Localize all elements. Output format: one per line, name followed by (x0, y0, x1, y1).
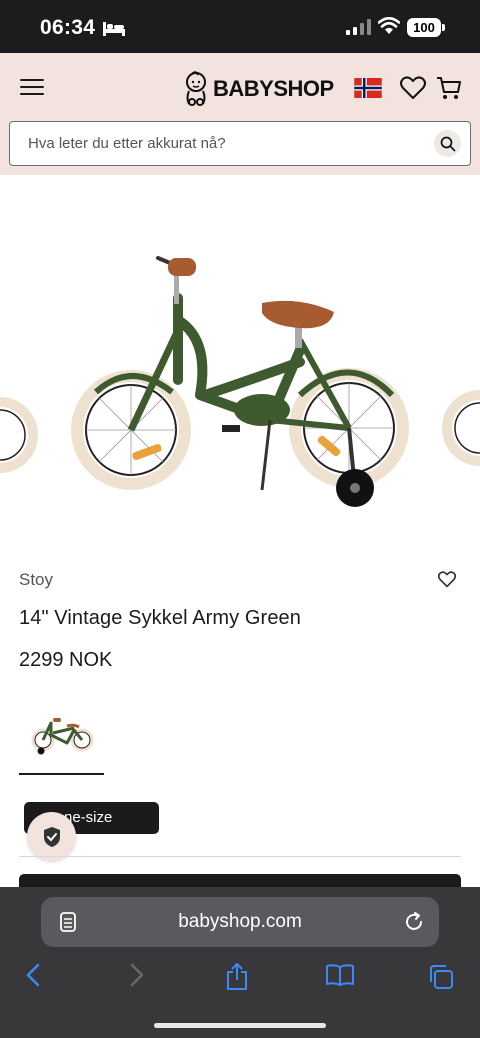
trust-badge-button[interactable] (27, 812, 76, 861)
forward-icon[interactable] (128, 963, 146, 987)
url-text: babyshop.com (178, 911, 302, 932)
shield-check-icon (43, 826, 60, 847)
wishlist-heart-icon[interactable] (438, 571, 456, 588)
logo-text: BABYSHOP (213, 76, 334, 101)
search-input[interactable] (28, 122, 428, 165)
status-bar: 06:34 100 (0, 0, 480, 53)
back-icon[interactable] (24, 963, 42, 987)
norway-flag-icon[interactable] (354, 78, 382, 98)
reload-icon[interactable] (403, 911, 425, 933)
search-button[interactable] (434, 130, 461, 157)
cart-icon[interactable] (436, 75, 462, 101)
hamburger-menu-icon[interactable] (20, 79, 44, 99)
product-price: 2299 NOK (19, 649, 113, 671)
next-image-peek (442, 390, 480, 466)
battery-nub (442, 24, 445, 31)
battery-icon: 100 (407, 18, 441, 37)
baby-logo-icon (186, 71, 206, 106)
cellular-signal-icon (346, 19, 371, 35)
address-bar[interactable]: babyshop.com (41, 897, 439, 947)
home-indicator (154, 1023, 326, 1028)
wifi-icon (378, 17, 400, 34)
bookmarks-icon[interactable] (325, 963, 355, 987)
section-divider (19, 856, 461, 857)
logo[interactable]: BABYSHOP (183, 71, 334, 107)
wishlist-heart-icon[interactable] (400, 76, 426, 100)
product-image-carousel[interactable] (0, 175, 480, 555)
product-brand[interactable]: Stoy (19, 570, 53, 590)
share-icon[interactable] (225, 963, 249, 991)
browser-nav-toolbar (0, 959, 480, 999)
variant-bike-thumbnail (31, 718, 94, 755)
browser-toolbar: babyshop.com (0, 887, 480, 1038)
tabs-icon[interactable] (427, 963, 455, 991)
product-title: 14" Vintage Sykkel Army Green (19, 607, 301, 629)
previous-image-peek (0, 397, 38, 473)
search-icon (440, 136, 455, 151)
color-variant-thumbnail[interactable] (19, 700, 104, 775)
site-header: BABYSHOP (0, 53, 480, 175)
bike-illustration (71, 256, 409, 507)
search-box[interactable] (9, 121, 471, 166)
sleep-focus-icon (103, 22, 125, 36)
status-time: 06:34 (40, 16, 96, 39)
